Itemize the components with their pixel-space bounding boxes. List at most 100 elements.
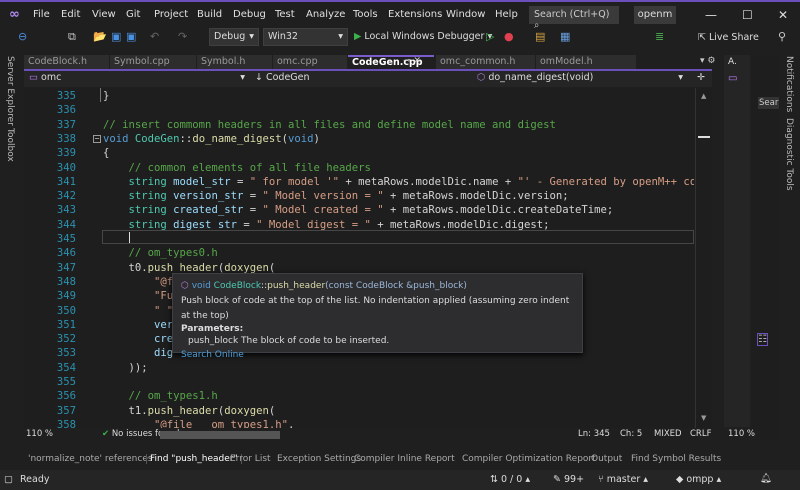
undo-icon[interactable]: ↶	[150, 30, 159, 43]
maximize-button[interactable]: ☐	[742, 8, 753, 22]
search-placeholder: Search (Ctrl+Q)	[534, 9, 610, 20]
run-label: Local Windows Debugger	[364, 31, 485, 42]
menu-help[interactable]: Help	[495, 9, 518, 20]
live-share-button[interactable]: ⇱ Live Share	[698, 32, 759, 43]
notification-bell-icon[interactable]: 🔔︎	[760, 473, 772, 484]
collapse-toggle-icon[interactable]: −	[93, 134, 101, 143]
pane-list-icon[interactable]: ☷	[757, 333, 768, 346]
save-all-icon[interactable]: ▣	[126, 30, 136, 43]
output-icon[interactable]: ▢	[4, 474, 13, 485]
parameters: (const CodeBlock &push_block)	[325, 281, 467, 291]
search-online-link[interactable]: Search Online	[181, 348, 574, 363]
member-dropdown[interactable]: ⬡ do_name_digest(void) ▾	[474, 72, 686, 86]
panel-tab[interactable]: Output	[591, 454, 622, 464]
back-icon[interactable]: ⊖	[18, 30, 27, 43]
diagnostic-tools-tab[interactable]: Diagnostic Tools	[784, 118, 794, 191]
redo-icon[interactable]: ↷	[178, 30, 187, 43]
branch-selector[interactable]: ⑂ master ▴	[598, 474, 648, 485]
tab-codegen-cpp[interactable]: CodeGen.cpp	[348, 55, 434, 69]
menu-extensions[interactable]: Extensions	[388, 9, 442, 20]
return-type: void	[191, 281, 211, 291]
menu-tools[interactable]: Tools	[353, 9, 378, 20]
menu-build[interactable]: Build	[197, 9, 222, 20]
panel-tab[interactable]: Find "push_header"	[146, 454, 242, 464]
vertical-scrollbar[interactable]: ▲ ▼	[695, 88, 712, 428]
new-project-icon[interactable]: ⧉	[68, 30, 76, 44]
menu-debug[interactable]: Debug	[233, 9, 266, 20]
code-line: "@f	[103, 275, 173, 289]
code-token: string	[103, 218, 174, 231]
line-number: 341	[56, 175, 76, 188]
horizontal-scrollbar[interactable]	[160, 431, 280, 439]
notifications-tab[interactable]: Notifications	[784, 56, 794, 112]
menu-view[interactable]: View	[92, 9, 116, 20]
code-line: // insert commomn headers in all files a…	[103, 118, 556, 132]
toolbar-icon[interactable]: ≣	[655, 30, 664, 43]
menu-file[interactable]: File	[33, 9, 50, 20]
tab-omc-common-h[interactable]: omc_common.h	[436, 55, 535, 69]
close-button[interactable]: ✕	[778, 8, 788, 22]
code-editor[interactable]: 335} 336 337 // insert commomn headers in a…	[24, 88, 694, 428]
hot-reload-icon[interactable]: ●	[504, 30, 514, 43]
toolbox-tab[interactable]: Toolbox	[5, 128, 15, 162]
menu-window[interactable]: Window	[446, 9, 485, 20]
code-token: " Model version = "	[262, 190, 384, 203]
toolbar-icon[interactable]: ▤	[535, 30, 545, 43]
panel-tab[interactable]: 'normalize_note' references	[28, 454, 153, 464]
pane-icon[interactable]: ▭	[728, 73, 737, 84]
code-line: string version_str = " Model version = "…	[103, 189, 569, 203]
menu-analyze[interactable]: Analyze	[306, 9, 345, 20]
menu-git[interactable]: Git	[126, 9, 140, 20]
scope-dropdown[interactable]: ↓ CodeGen	[252, 72, 472, 86]
menu-edit[interactable]: Edit	[61, 9, 80, 20]
panel-tab[interactable]: Compiler Optimization Report	[462, 454, 596, 464]
secondary-zoom-level[interactable]: 110 %	[727, 429, 757, 439]
branch-name: master	[606, 474, 641, 485]
code-line: // common elements of all file headers	[103, 161, 371, 175]
pane-search[interactable]: Sear	[758, 97, 780, 109]
solution-name[interactable]: openm	[634, 6, 676, 24]
git-changes[interactable]: ⇅ 0 / 0 ▴	[490, 474, 530, 485]
feedback-icon[interactable]: ⚲	[778, 30, 786, 43]
start-debugging-button[interactable]: ▶ Local Windows Debugger ▾	[354, 31, 492, 42]
panel-tab[interactable]: Exception Settings	[277, 454, 361, 464]
toolbar-icon[interactable]: ▦	[560, 30, 570, 43]
editor-status-bar: 110 % ✔ No issues found Ln: 345 Ch: 5 MI…	[24, 428, 712, 442]
search-box[interactable]: Search (Ctrl+Q) ⌕	[529, 6, 619, 31]
server-explorer-tab[interactable]: Server Explorer	[5, 56, 15, 126]
encoding[interactable]: MIXED	[654, 429, 682, 439]
tab-codeblock-h[interactable]: CodeBlock.h	[24, 55, 109, 69]
zoom-level[interactable]: 110 %	[26, 429, 53, 439]
method-icon: ⬡	[181, 281, 189, 291]
code-token: =	[243, 204, 263, 217]
project-dropdown[interactable]: ▭ omc ▾	[26, 72, 248, 86]
open-folder-icon[interactable]: 📂	[93, 30, 107, 43]
code-token: "@f	[103, 275, 174, 288]
tab-symbol-h[interactable]: Symbol.h	[197, 55, 272, 69]
tab-pin-close[interactable]: ⊸ ✕	[403, 56, 421, 66]
config-value: Debug	[214, 31, 246, 42]
start-without-debugging-icon[interactable]: ▷	[486, 30, 494, 43]
menu-project[interactable]: Project	[154, 9, 188, 20]
tab-ommodel-h[interactable]: omModel.h	[536, 55, 636, 69]
menu-test[interactable]: Test	[275, 9, 295, 20]
code-token: + metaRows.modelDic.digest;	[370, 218, 550, 231]
minimize-button[interactable]: —	[705, 8, 717, 22]
panel-tab[interactable]: Find Symbol Results	[631, 454, 721, 464]
platform-select[interactable]: Win32 ▾	[263, 28, 348, 46]
save-icon[interactable]: ▣	[111, 30, 121, 43]
repo-selector[interactable]: ◆ ompp ▴	[676, 474, 721, 485]
panel-tab[interactable]: Error List	[230, 454, 271, 464]
split-icon[interactable]: ✛	[694, 72, 708, 86]
code-token: cre	[103, 333, 174, 346]
code-token: push_header	[147, 261, 218, 274]
code-line: // om_types0.h	[103, 246, 218, 260]
tab-symbol-cpp[interactable]: Symbol.cpp	[110, 55, 196, 69]
edits-count[interactable]: ✎ 99+	[553, 474, 584, 485]
tab-omc-cpp[interactable]: omc.cpp	[273, 55, 347, 69]
settings-icon[interactable]: ▾ ⚙	[700, 56, 715, 66]
current-line-highlight	[102, 230, 694, 244]
panel-tab[interactable]: Compiler Inline Report	[354, 454, 455, 464]
configuration-select[interactable]: Debug ▾	[209, 28, 259, 46]
line-endings[interactable]: CRLF	[690, 429, 711, 439]
